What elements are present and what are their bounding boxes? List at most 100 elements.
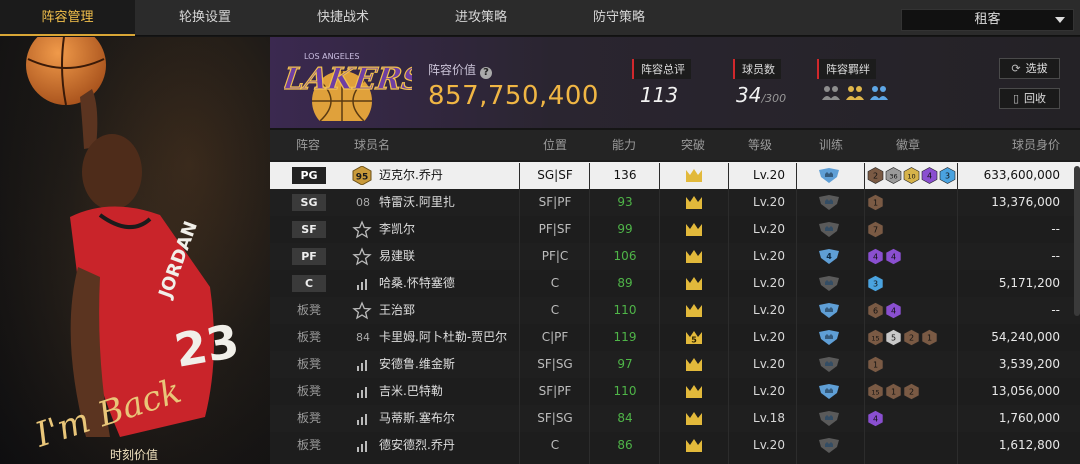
player-promo-art[interactable]: JORDAN 23 I'm Back 时刻价值 (0, 37, 270, 464)
mode-dropdown[interactable]: 租客 (901, 9, 1074, 31)
training-shield-icon[interactable] (818, 195, 840, 210)
badge-list[interactable]: 1 (867, 356, 884, 373)
training-shield-icon[interactable] (818, 357, 840, 372)
player-name[interactable]: 迈克尔.乔丹 (379, 162, 443, 189)
col-player-value[interactable]: 球员身价 (1012, 130, 1060, 160)
table-row[interactable]: 板凳 安德鲁.维金斯 SF|SG 97 Lv.20 1 3,539,200 (270, 351, 1080, 378)
table-row[interactable]: 板凳 马蒂斯.塞布尔 SF|SG 84 Lv.18 4 1,760,000 (270, 405, 1080, 432)
badge-list[interactable]: 15 1 2 (867, 383, 920, 400)
crown-icon[interactable] (685, 249, 703, 264)
badge-list[interactable]: 64 (867, 302, 902, 319)
tab-defense-strategy[interactable]: 防守策略 (569, 0, 669, 36)
col-level[interactable]: 等级 (748, 130, 772, 160)
crown-icon[interactable] (685, 168, 703, 183)
tab-lineup-management[interactable]: 阵容管理 (0, 0, 135, 36)
training-shield-icon[interactable] (818, 330, 840, 345)
badge-icon[interactable]: 6 (867, 302, 884, 319)
crown-icon[interactable] (685, 357, 703, 372)
training-shield-icon[interactable] (818, 222, 840, 237)
badge-icon[interactable]: 1 (867, 356, 884, 373)
crown-icon[interactable]: 5 (685, 330, 703, 345)
bond-icons[interactable] (821, 84, 889, 102)
badge-icon[interactable]: 7 (867, 221, 884, 238)
table-row[interactable]: 板凳 84 卡里姆.阿卜杜勒-贾巴尔 C|PF 119 5 Lv.20 15 5 2 1 54,240… (270, 324, 1080, 351)
badge-icon[interactable]: 1 (885, 383, 902, 400)
badge-icon[interactable]: 5 (885, 329, 902, 346)
bond-people-icon[interactable] (821, 84, 841, 102)
training-shield-icon[interactable] (818, 438, 840, 453)
tab-offense-strategy[interactable]: 进攻策略 (431, 0, 531, 36)
badge-list[interactable]: 15 5 2 1 (867, 329, 938, 346)
player-name[interactable]: 卡里姆.阿卜杜勒-贾巴尔 (379, 324, 507, 351)
col-badges[interactable]: 徽章 (896, 130, 920, 160)
table-row[interactable]: 板凳 王治郅 C 110 Lv.20 6 4 -- (270, 297, 1080, 324)
player-name[interactable]: 哈桑.怀特塞德 (379, 270, 455, 297)
draft-button[interactable]: ⟳ 选拔 (999, 58, 1060, 79)
table-row[interactable]: SG 08 特雷沃.阿里扎 SF|PF 93 Lv.20 1 13,376,000 (270, 189, 1080, 216)
training-shield-icon[interactable] (818, 276, 840, 291)
player-name[interactable]: 特雷沃.阿里扎 (379, 189, 455, 216)
recycle-button[interactable]: ▯ 回收 (999, 88, 1060, 109)
bond-people-icon[interactable] (869, 84, 889, 102)
tab-quick-tactics[interactable]: 快捷战术 (293, 0, 393, 36)
table-row[interactable]: C 哈桑.怀特塞德 C 89 Lv.20 3 5,171,200 (270, 270, 1080, 297)
badge-list[interactable]: 2 36 10 4 3 (867, 167, 956, 184)
player-name[interactable]: 易建联 (379, 243, 415, 270)
badge-icon[interactable]: 3 (867, 275, 884, 292)
badge-icon[interactable]: 1 (921, 329, 938, 346)
table-row[interactable]: 板凳 德安德烈.乔丹 C 86 Lv.20 1,612,800 (270, 432, 1080, 459)
badge-list[interactable]: 44 (867, 248, 902, 265)
badge-icon[interactable]: 4 (885, 302, 902, 319)
badge-icon[interactable]: 15 (867, 329, 884, 346)
badge-list[interactable]: 7 (867, 221, 884, 238)
badge-list[interactable]: 1 (867, 194, 884, 211)
bar-chart-icon (357, 414, 367, 425)
table-row[interactable]: 板凳 吉米.巴特勒 SF|PF 110 Lv.20 15 1 2 13,056,000 (270, 378, 1080, 405)
crown-icon[interactable] (685, 276, 703, 291)
tab-rotation-settings[interactable]: 轮换设置 (155, 0, 255, 36)
player-name[interactable]: 王治郅 (379, 297, 415, 324)
col-position[interactable]: 位置 (543, 130, 567, 160)
crown-icon[interactable] (685, 303, 703, 318)
col-lineup[interactable]: 阵容 (296, 130, 320, 160)
crown-icon[interactable] (685, 411, 703, 426)
badge-icon[interactable]: 2 (903, 329, 920, 346)
col-ability[interactable]: 能力 (612, 130, 636, 160)
table-row[interactable]: PG 95 迈克尔.乔丹 SG|SF 136 Lv.20 2 36 10 4 3 633,600,00… (270, 162, 1080, 189)
training-shield-icon[interactable] (818, 303, 840, 318)
player-name[interactable]: 马蒂斯.塞布尔 (379, 405, 455, 432)
badge-icon[interactable]: 4 (885, 248, 902, 265)
crown-icon[interactable] (685, 384, 703, 399)
training-shield-icon[interactable] (818, 168, 840, 183)
badge-icon[interactable]: 2 (867, 167, 884, 184)
training-shield-icon[interactable]: 4 (818, 249, 840, 264)
badge-icon[interactable]: 2 (903, 383, 920, 400)
player-name[interactable]: 安德鲁.维金斯 (379, 351, 455, 378)
badge-icon[interactable]: 4 (867, 410, 884, 427)
badge-icon[interactable]: 15 (867, 383, 884, 400)
badge-icon[interactable]: 10 (903, 167, 920, 184)
table-scrollbar[interactable] (1074, 166, 1080, 316)
training-shield-icon[interactable] (818, 384, 840, 399)
badge-list[interactable]: 4 (867, 410, 884, 427)
help-icon[interactable]: ? (480, 67, 493, 79)
badge-list[interactable]: 3 (867, 275, 884, 292)
badge-icon[interactable]: 1 (867, 194, 884, 211)
badge-icon[interactable]: 3 (939, 167, 956, 184)
table-row[interactable]: PF 易建联 PF|C 106 Lv.20 4 4 4 -- (270, 243, 1080, 270)
table-row[interactable]: SF 李凯尔 PF|SF 99 Lv.20 7 -- (270, 216, 1080, 243)
col-breakthrough[interactable]: 突破 (681, 130, 705, 160)
badge-icon[interactable]: 4 (867, 248, 884, 265)
crown-icon[interactable] (685, 195, 703, 210)
col-training[interactable]: 训练 (819, 130, 843, 160)
crown-icon[interactable] (685, 438, 703, 453)
training-shield-icon[interactable] (818, 411, 840, 426)
player-name[interactable]: 德安德烈.乔丹 (379, 432, 455, 459)
badge-icon[interactable]: 36 (885, 167, 902, 184)
player-name[interactable]: 吉米.巴特勒 (379, 378, 443, 405)
col-player-name[interactable]: 球员名 (354, 130, 390, 160)
badge-icon[interactable]: 4 (921, 167, 938, 184)
player-name[interactable]: 李凯尔 (379, 216, 415, 243)
bond-people-icon[interactable] (845, 84, 865, 102)
crown-icon[interactable] (685, 222, 703, 237)
